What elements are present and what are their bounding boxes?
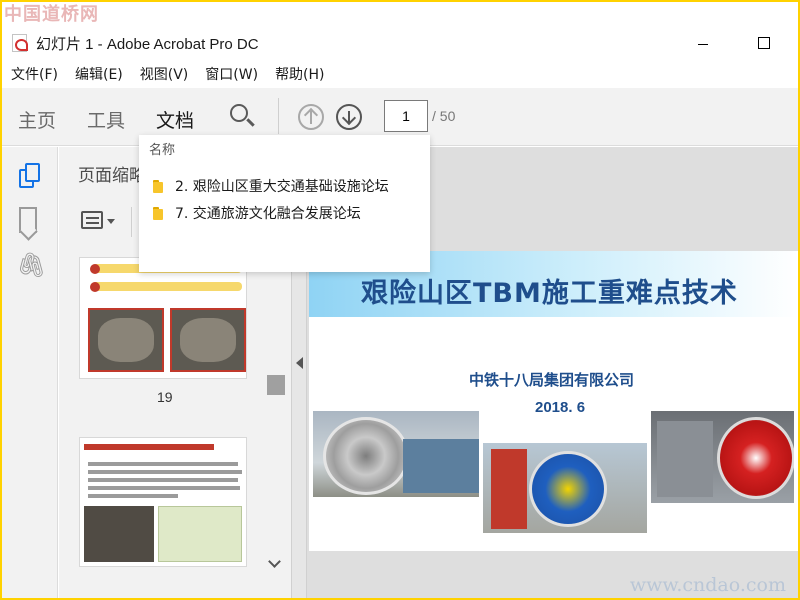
folder-icon <box>153 180 165 193</box>
maximize-button[interactable] <box>740 28 786 56</box>
dropdown-item[interactable]: 7. 交通旅游文化融合发展论坛 <box>153 202 361 224</box>
slide-page: 艰险山区TBM施工重难点技术 中铁十八局集团有限公司 2018. 6 <box>309 251 798 551</box>
minimize-button[interactable] <box>680 28 726 56</box>
app-window: 幻灯片 1 - Adobe Acrobat Pro DC 文件(F) 编辑(E)… <box>2 2 798 598</box>
tbm-photo <box>651 411 794 503</box>
window-title: 幻灯片 1 - Adobe Acrobat Pro DC <box>36 36 259 53</box>
list-options-icon[interactable] <box>79 209 119 235</box>
thumbnail-page-number: 19 <box>157 389 173 405</box>
tbm-photo <box>483 443 647 533</box>
watermark-bottom: www.cndao.com <box>629 574 786 596</box>
menu-file[interactable]: 文件(F) <box>11 64 58 86</box>
title-bar: 幻灯片 1 - Adobe Acrobat Pro DC <box>2 24 798 58</box>
page-thumbnail[interactable] <box>79 437 247 567</box>
tab-tools[interactable]: 工具 <box>87 106 125 133</box>
slide-company: 中铁十八局集团有限公司 <box>469 371 635 389</box>
menu-edit[interactable]: 编辑(E) <box>75 64 123 86</box>
slide-date: 2018. 6 <box>535 399 586 416</box>
chevron-down-icon <box>107 219 115 224</box>
search-icon[interactable] <box>228 102 256 130</box>
panel-divider <box>131 207 132 237</box>
pdf-icon <box>12 34 28 52</box>
watermark-top: 中国道桥网 <box>4 4 99 25</box>
arrow-down-icon[interactable] <box>336 104 362 130</box>
menu-window[interactable]: 窗口(W) <box>205 64 258 86</box>
dropdown-item-label: 2. 艰险山区重大交通基础设施论坛 <box>175 179 389 195</box>
scroll-down-icon[interactable] <box>268 555 281 568</box>
bookmark-icon[interactable] <box>19 207 37 233</box>
page-thumbnail-19[interactable] <box>79 257 247 379</box>
document-dropdown: 名称 2. 艰险山区重大交通基础设施论坛 7. 交通旅游文化融合发展论坛 <box>139 135 430 272</box>
menu-view[interactable]: 视图(V) <box>140 64 189 86</box>
dropdown-item[interactable]: 2. 艰险山区重大交通基础设施论坛 <box>153 175 389 197</box>
navigation-rail: 🖇 <box>2 147 58 598</box>
menu-bar: 文件(F) 编辑(E) 视图(V) 窗口(W) 帮助(H) <box>2 64 333 86</box>
toolbar-divider <box>278 98 279 134</box>
scrollbar-thumb[interactable] <box>267 375 285 395</box>
page-number-input[interactable] <box>384 100 428 132</box>
dropdown-item-label: 7. 交通旅游文化融合发展论坛 <box>175 206 361 222</box>
menu-help[interactable]: 帮助(H) <box>275 64 324 86</box>
arrow-up-icon[interactable] <box>298 104 324 130</box>
tab-document[interactable]: 文档 <box>156 106 194 133</box>
pages-icon[interactable] <box>19 163 41 189</box>
dropdown-header: 名称 <box>149 143 176 158</box>
tbm-photo <box>313 411 479 497</box>
tab-home[interactable]: 主页 <box>18 106 56 133</box>
attachment-icon[interactable]: 🖇 <box>16 251 46 279</box>
slide-title: 艰险山区TBM施工重难点技术 <box>361 278 738 309</box>
chevron-left-icon[interactable] <box>296 357 303 369</box>
folder-icon <box>153 207 165 220</box>
page-total: / 50 <box>432 108 456 124</box>
